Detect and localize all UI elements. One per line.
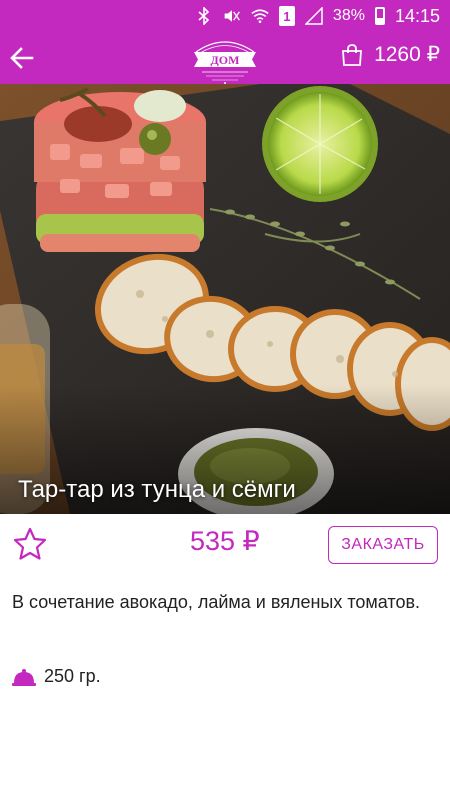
wifi-icon [251,7,269,25]
bluetooth-icon [195,7,213,25]
cart-button[interactable]: 1260 ₽ [340,42,440,67]
price-row: 535 ₽ ЗАКАЗАТЬ [0,514,450,576]
star-outline-icon [13,527,47,560]
product-photo: Тар-тар из тунца и сёмги [0,84,450,514]
product-price: 535 ₽ [190,526,260,556]
status-bar: 1 38% 14:15 [0,0,450,32]
app-bar: ДОМ 1260 ₽ [0,32,450,84]
signal-icon [304,7,323,25]
back-button[interactable] [8,44,36,72]
mute-icon [223,7,241,25]
cart-total: 1260 ₽ [374,43,440,66]
restaurant-logo: ДОМ [188,34,262,84]
order-button[interactable]: ЗАКАЗАТЬ [328,526,438,564]
sim-icon: 1 [278,6,295,26]
arrow-left-icon [10,47,34,69]
logo-text: ДОМ [211,53,240,67]
product-weight: 250 гр. [44,666,101,686]
product-description: В сочетание авокадо, лайма и вяленых том… [12,592,421,612]
product-title: Тар-тар из тунца и сёмги [18,476,296,503]
battery-icon [374,7,385,25]
cloche-icon [12,668,36,686]
shopping-bag-icon [342,43,363,66]
weight-row: 250 гр. [12,666,101,687]
battery-percent: 38% [332,7,365,24]
favorite-button[interactable] [12,526,48,562]
clock: 14:15 [394,5,440,26]
